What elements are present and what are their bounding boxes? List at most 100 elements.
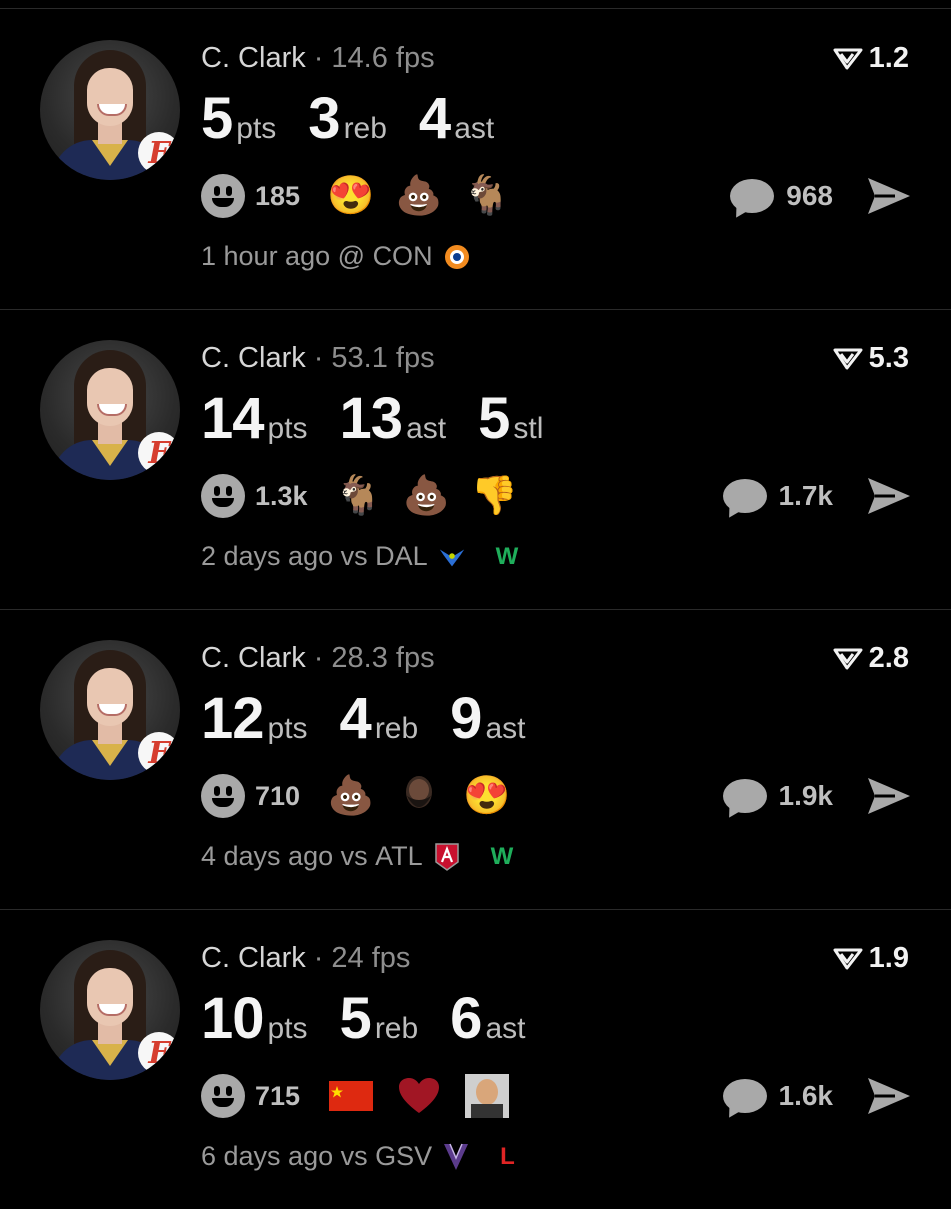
fps-value: 53.1 fps — [331, 342, 435, 374]
stat-line: 5 pts 3 reb 4 ast — [201, 85, 526, 152]
separator: · — [313, 642, 324, 674]
stat-line: 14 pts 13 ast 5 stl — [201, 385, 575, 452]
share-icon[interactable] — [865, 775, 913, 817]
comments-button[interactable]: 1.7k — [722, 479, 833, 513]
result-win: W — [490, 842, 514, 870]
reactions-bar: 710 💩 😍 — [201, 773, 532, 819]
rating[interactable]: 1.2 — [833, 42, 909, 75]
stat-unit: pts — [267, 412, 308, 445]
rating[interactable]: 2.8 — [833, 642, 909, 675]
game-card[interactable]: F C. Clark · 14.6 fps 1.2 5 pts 3 reb 4 ast 1… — [0, 9, 951, 310]
bearded-man-icon[interactable] — [396, 773, 442, 819]
heart-eyes-icon[interactable]: 😍 — [463, 773, 510, 819]
rating[interactable]: 5.3 — [833, 342, 909, 375]
game-card[interactable]: F C. Clark · 28.3 fps 2.8 12 pts 4 reb 9 ast … — [0, 609, 951, 910]
rating-value: 1.2 — [868, 42, 909, 74]
stat-rebounds: 4 reb — [340, 685, 419, 752]
stat-unit: reb — [374, 712, 419, 745]
stat-number: 14 — [201, 386, 265, 451]
sun-logo-icon — [443, 243, 471, 271]
player-avatar[interactable]: F — [40, 40, 180, 180]
player-avatar[interactable]: F — [40, 940, 180, 1080]
reactions-bar: 1.3k 🐐 💩 👎 — [201, 473, 540, 519]
comments-button[interactable]: 968 — [730, 179, 833, 213]
bald-man-icon[interactable] — [464, 1073, 510, 1119]
stat-rebounds: 3 reb — [308, 85, 387, 152]
goat-icon[interactable]: 🐐 — [335, 473, 382, 519]
fever-logo-icon: F — [138, 732, 180, 774]
stat-number: 4 — [418, 86, 451, 151]
stat-points: 12 pts — [201, 685, 308, 752]
venue: vs — [340, 1141, 368, 1171]
rating-icon — [833, 348, 863, 369]
add-reaction-icon[interactable] — [201, 474, 245, 518]
rating-value: 1.9 — [868, 942, 909, 974]
goat-icon[interactable]: 🐐 — [463, 173, 510, 219]
stat-number: 13 — [339, 386, 404, 451]
stat-number: 9 — [450, 686, 482, 751]
opponent[interactable]: GSV — [375, 1141, 432, 1172]
game-card[interactable]: F C. Clark · 53.1 fps 5.3 14 pts 13 ast 5 stl… — [0, 309, 951, 610]
share-icon[interactable] — [865, 475, 913, 517]
share-icon[interactable] — [865, 175, 913, 217]
opponent[interactable]: CON — [373, 241, 433, 272]
comments-button[interactable]: 1.6k — [722, 1079, 834, 1113]
stat-unit: ast — [485, 1012, 526, 1045]
opponent[interactable]: ATL — [375, 841, 423, 872]
result-loss: L — [500, 1142, 515, 1170]
stat-line: 12 pts 4 reb 9 ast — [201, 685, 557, 752]
stat-assists: 4 ast — [419, 85, 494, 152]
add-reaction-icon[interactable] — [201, 774, 245, 818]
fps-value: 28.3 fps — [331, 642, 435, 674]
red-heart-icon[interactable] — [396, 1073, 442, 1119]
reaction-count: 185 — [255, 180, 301, 211]
game-feed: F C. Clark · 14.6 fps 1.2 5 pts 3 reb 4 ast 1… — [0, 0, 951, 1200]
separator: · — [313, 342, 324, 374]
reactions-bar: 715 — [201, 1073, 532, 1119]
share-icon[interactable] — [865, 1075, 913, 1117]
add-reaction-icon[interactable] — [201, 174, 245, 218]
stat-unit: pts — [267, 712, 308, 745]
comment-count: 968 — [786, 180, 833, 211]
china-flag-icon[interactable] — [328, 1073, 374, 1119]
player-name[interactable]: C. Clark — [201, 642, 306, 674]
stat-assists: 6 ast — [450, 985, 525, 1052]
rating[interactable]: 1.9 — [833, 942, 909, 975]
valkyries-logo-icon — [442, 1143, 470, 1171]
stat-number: 10 — [201, 986, 265, 1051]
stat-number: 5 — [201, 86, 233, 151]
rating-icon — [833, 648, 863, 669]
poop-icon[interactable]: 💩 — [327, 773, 374, 819]
reactions-bar: 185 😍 💩 🐐 — [201, 173, 532, 219]
comment-icon — [722, 779, 767, 813]
player-avatar[interactable]: F — [40, 340, 180, 480]
stat-line: 10 pts 5 reb 6 ast — [201, 985, 557, 1052]
stat-number: 5 — [478, 386, 510, 451]
venue: vs — [340, 841, 368, 871]
comments-button[interactable]: 1.9k — [722, 779, 834, 813]
separator: · — [313, 942, 324, 974]
player-name[interactable]: C. Clark — [201, 942, 306, 974]
opponent[interactable]: DAL — [375, 541, 428, 572]
time-ago: 6 days ago — [201, 1141, 334, 1171]
poop-icon[interactable]: 💩 — [395, 173, 442, 219]
stat-number: 6 — [450, 986, 482, 1051]
player-avatar[interactable]: F — [40, 640, 180, 780]
venue: vs — [340, 541, 368, 571]
game-card[interactable]: F C. Clark · 24 fps 1.9 10 pts 5 reb 6 ast 71… — [0, 909, 951, 1209]
game-meta: 4 days ago vs ATL W — [201, 841, 513, 872]
result-win: W — [495, 542, 519, 570]
add-reaction-icon[interactable] — [201, 1074, 245, 1118]
comment-count: 1.9k — [778, 780, 834, 811]
poop-icon[interactable]: 💩 — [403, 473, 450, 519]
top-divider — [0, 0, 951, 9]
player-name[interactable]: C. Clark — [201, 42, 306, 74]
reaction-count: 1.3k — [255, 480, 308, 511]
comment-count: 1.6k — [778, 1080, 834, 1111]
heart-eyes-icon[interactable]: 😍 — [327, 173, 374, 219]
player-name[interactable]: C. Clark — [201, 342, 306, 374]
stat-number: 4 — [339, 686, 372, 751]
stat-number: 5 — [339, 986, 372, 1051]
thumbs-down-icon[interactable]: 👎 — [471, 473, 518, 519]
fps-value: 24 fps — [331, 942, 411, 974]
